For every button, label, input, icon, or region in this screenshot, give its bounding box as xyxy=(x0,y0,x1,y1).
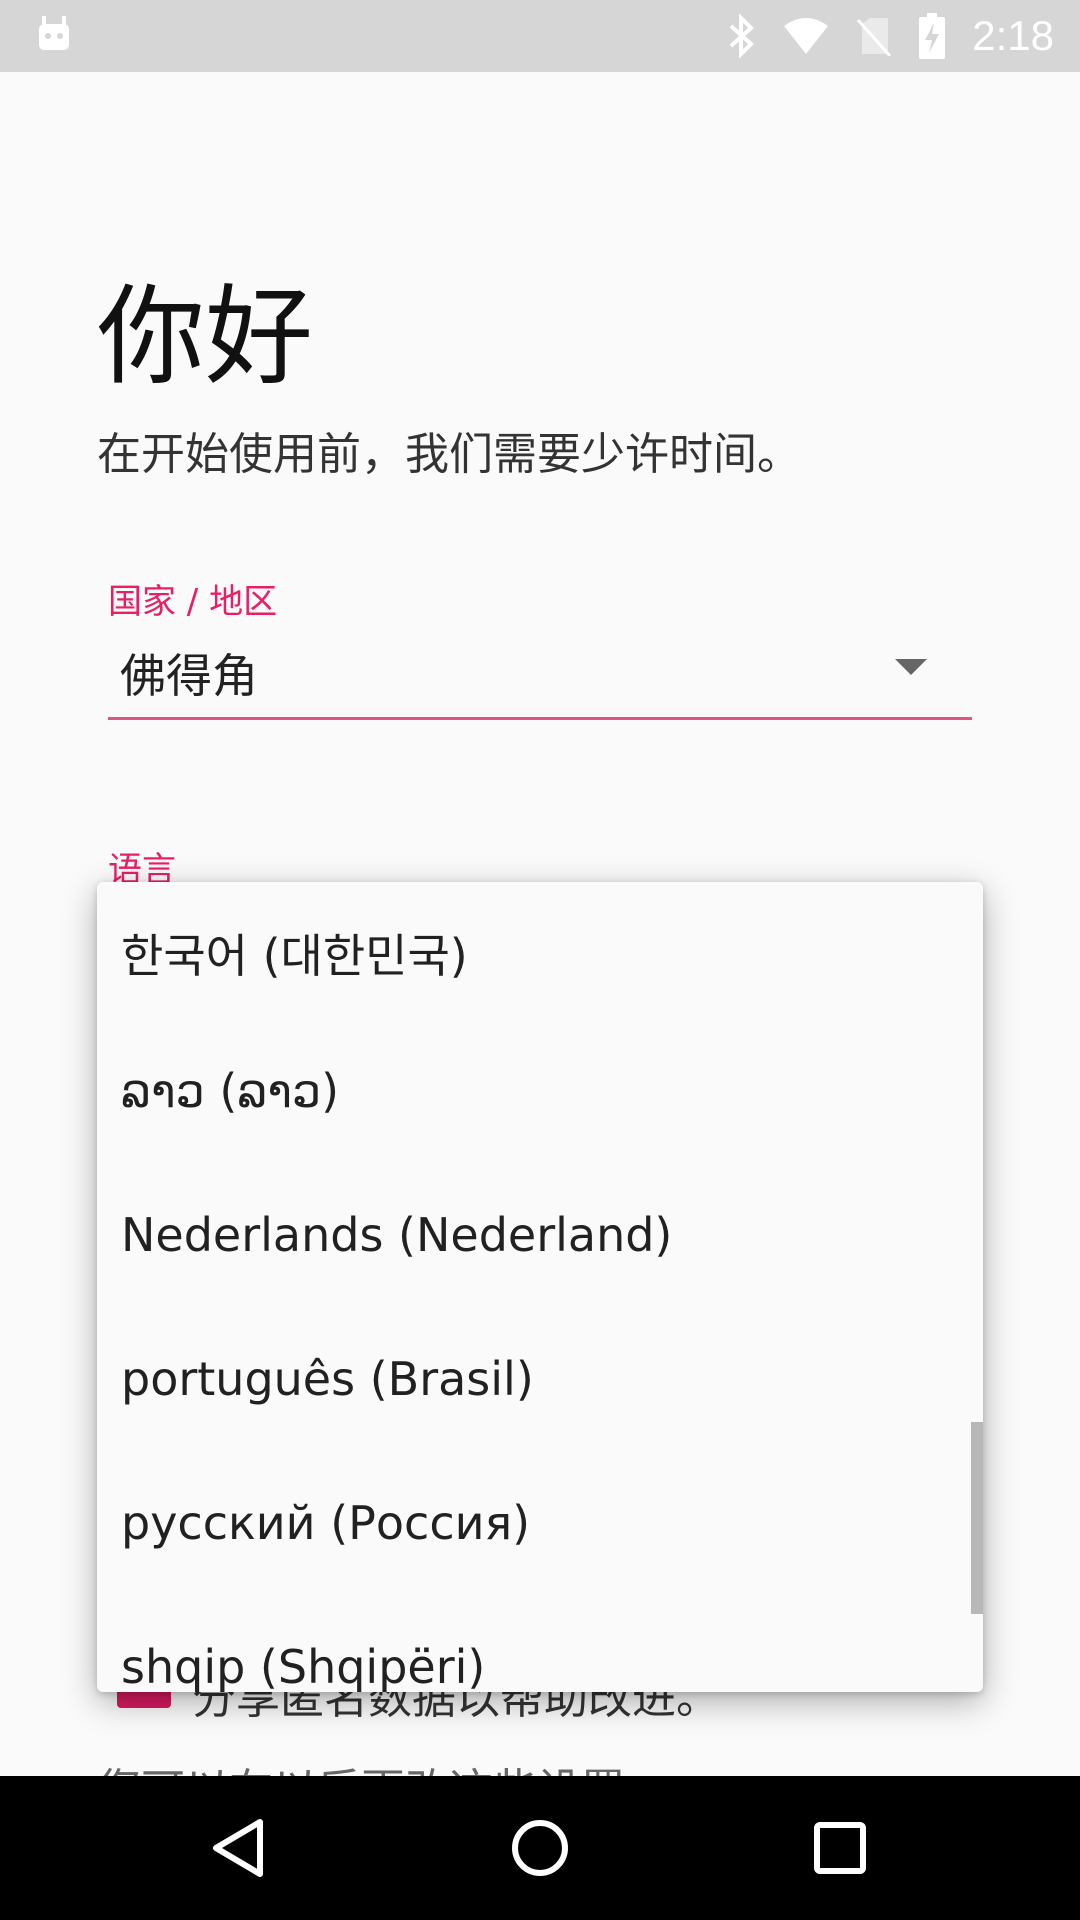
list-item[interactable]: shqip (Shqipëri) xyxy=(97,1602,983,1692)
navigation-bar xyxy=(0,1776,1080,1920)
list-item[interactable]: português (Brasil) xyxy=(97,1314,983,1458)
scrollbar-thumb[interactable] xyxy=(971,1422,983,1614)
page-title: 你好 xyxy=(97,275,314,400)
list-item-label: русский (Россия) xyxy=(121,1496,531,1550)
subtitle: 在开始使用前，我们需要少许时间。 xyxy=(97,429,801,480)
list-item[interactable]: Nederlands (Nederland) xyxy=(97,1170,983,1314)
list-item[interactable]: ລາວ (ລາວ) xyxy=(97,1026,983,1170)
country-label: 国家 / 地区 xyxy=(108,582,278,622)
list-item-label: ລາວ (ລາວ) xyxy=(121,1064,340,1118)
list-item[interactable]: русский (Россия) xyxy=(97,1458,983,1602)
list-item-label: português (Brasil) xyxy=(121,1352,534,1406)
android-icon xyxy=(36,14,72,58)
list-item-label: 한국어 (대한민국) xyxy=(121,929,468,983)
list-item-label: shqip (Shqipëri) xyxy=(121,1640,486,1692)
back-icon[interactable] xyxy=(204,1812,276,1884)
status-time: 2:18 xyxy=(972,12,1054,59)
home-icon[interactable] xyxy=(504,1812,576,1884)
wifi-icon xyxy=(782,16,830,56)
recents-icon[interactable] xyxy=(804,1812,876,1884)
language-dropdown-list[interactable]: 한국어 (대한민국) ລາວ (ລາວ) Nederlands (Nederla… xyxy=(97,882,983,1692)
country-value: 佛得角 xyxy=(120,649,258,703)
list-item-label: Nederlands (Nederland) xyxy=(121,1208,673,1262)
status-bar: 2:18 xyxy=(0,0,1080,72)
battery-charging-icon xyxy=(918,13,946,59)
list-item[interactable]: 한국어 (대한민국) xyxy=(97,882,983,1026)
country-underline xyxy=(108,717,972,720)
dropdown-arrow-icon xyxy=(895,659,927,675)
bluetooth-icon xyxy=(726,14,756,58)
no-sim-icon xyxy=(856,16,892,56)
